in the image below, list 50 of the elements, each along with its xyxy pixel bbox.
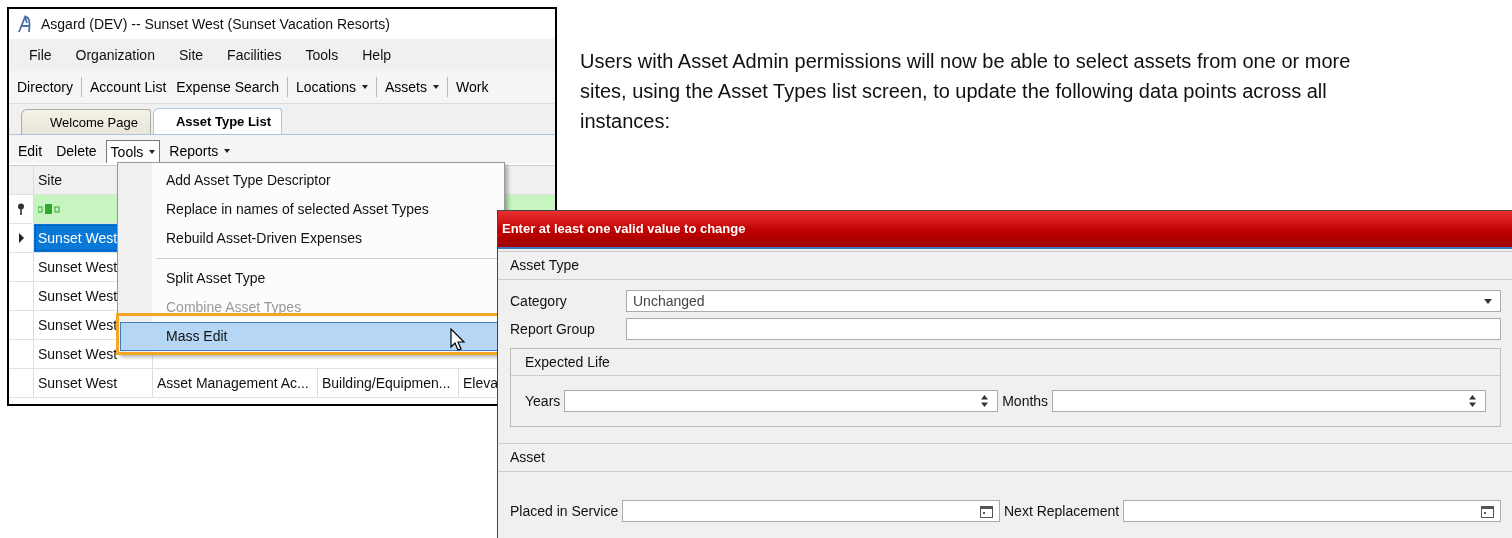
input-field[interactable]: Unchanged [626, 290, 1501, 312]
caret-icon [361, 85, 368, 89]
logo-icon [17, 15, 33, 33]
caret-icon [149, 150, 156, 154]
window-title: Asgard (DEV) -- Sunset West (Sunset Vacation Resorts) [41, 16, 390, 32]
table-cell: Sunset West [34, 369, 153, 397]
description-text: Users with Asset Admin permissions will now be able to select assets from one or more sites, using the Asset Types list screen, to update the following data points across all instances: [580, 49, 1352, 134]
table-cell: Building/Equipmen... [318, 369, 459, 397]
input-field[interactable] [622, 500, 1000, 522]
input-field[interactable] [564, 390, 999, 412]
toolbar-button[interactable]: Assets [375, 77, 441, 97]
action-button[interactable]: Delete [51, 139, 102, 163]
section-header: Asset [498, 443, 1512, 472]
pin-icon [17, 203, 25, 215]
action-button[interactable]: Tools [105, 140, 161, 163]
menu-item[interactable]: File [29, 47, 52, 63]
input-field[interactable] [1123, 500, 1501, 522]
calendar-icon [980, 505, 993, 518]
calendar-icon [1481, 505, 1494, 518]
spinner-arrows-icon [980, 394, 990, 408]
tab[interactable]: Asset Type List [152, 108, 283, 134]
table-cell: Asset Management Ac... [153, 369, 318, 397]
menu-item[interactable]: Site [178, 47, 204, 63]
field-label: Years [525, 393, 561, 409]
toolbar-button[interactable]: Directory [15, 77, 75, 97]
caret-icon [224, 149, 231, 153]
input-field[interactable] [1052, 390, 1486, 412]
toolbar-button[interactable]: Expense Search [174, 77, 281, 97]
field-label: Months [1002, 393, 1049, 409]
field-label: Next Replacement [1004, 503, 1120, 519]
field-label: Report Group [510, 321, 596, 337]
tab[interactable]: Welcome Page [21, 109, 151, 134]
field-label: Placed in Service [510, 503, 619, 519]
text-filter-icon [38, 204, 60, 214]
toolbar-button[interactable]: Locations [287, 77, 370, 97]
field-label: Category [510, 293, 568, 309]
error-banner: Enter at least one valid value to change [498, 211, 1512, 249]
toolbar-button[interactable]: Account List [81, 77, 169, 97]
dropdown-arrow-icon [1484, 299, 1492, 304]
group-title: Expected Life [511, 349, 1500, 376]
section-header: Asset Type [498, 251, 1512, 280]
input-field[interactable] [626, 318, 1501, 340]
action-button[interactable]: Edit [13, 139, 48, 163]
spinner-arrows-icon [1468, 394, 1477, 408]
menu-item[interactable]: Tools [305, 47, 339, 63]
menu-item[interactable]: Organization [75, 47, 155, 63]
toolbar-button[interactable]: Work [446, 77, 491, 97]
menu-item[interactable]: Help [362, 47, 392, 63]
menu-item[interactable]: Facilities [227, 47, 282, 63]
caret-icon [432, 85, 439, 89]
